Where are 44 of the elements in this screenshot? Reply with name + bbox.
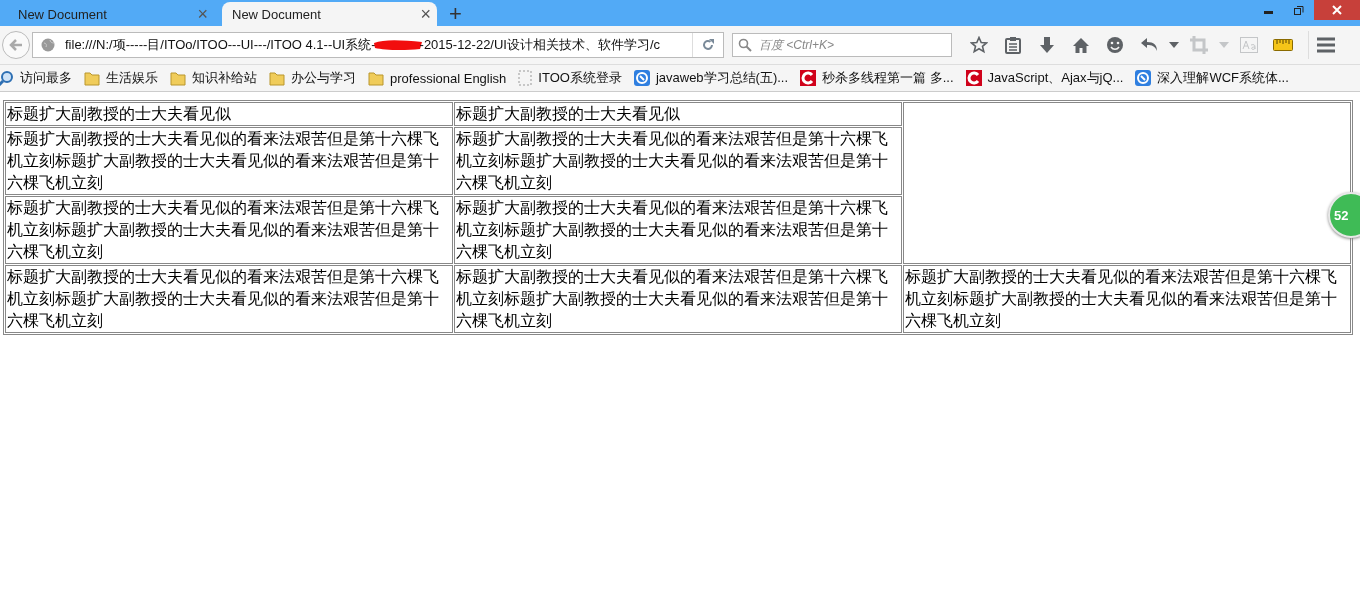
bookmark-label: 访问最多 <box>20 69 72 87</box>
bookmark-item[interactable]: 访问最多 <box>0 69 72 87</box>
table-cell: 标题扩大副教授的士大夫看见似的看来法艰苦但是第十六棵飞机立刻标题扩大副教授的士大夫看见似的看来法艰苦但是第十六棵飞机立刻 <box>5 127 453 195</box>
browser-tab[interactable]: New Document × <box>18 2 214 26</box>
table-cell: 标题扩大副教授的士大夫看见似的看来法艰苦但是第十六棵飞机立刻标题扩大副教授的士大夫看见似的看来法艰苦但是第十六棵飞机立刻 <box>454 196 902 264</box>
close-button[interactable] <box>1314 0 1360 20</box>
bookmark-label: ITOO系统登录 <box>538 69 622 87</box>
table-cell: 标题扩大副教授的士大夫看见似的看来法艰苦但是第十六棵飞机立刻标题扩大副教授的士大夫看见似的看来法艰苦但是第十六棵飞机立刻 <box>454 265 902 333</box>
table-cell: 标题扩大副教授的士大夫看见似的看来法艰苦但是第十六棵飞机立刻标题扩大副教授的士大夫看见似的看来法艰苦但是第十六棵飞机立刻 <box>454 127 902 195</box>
browser-tab[interactable]: New Document × <box>222 2 437 26</box>
close-icon <box>1332 5 1342 15</box>
folder-icon <box>368 70 384 86</box>
history-icon <box>0 70 14 86</box>
table-cell: 标题扩大副教授的士大夫看见似 <box>5 102 453 126</box>
bookmark-label: professional English <box>390 70 507 86</box>
bookmark-label: 生活娱乐 <box>106 69 158 87</box>
bookmark-item[interactable]: 生活娱乐 <box>84 69 158 87</box>
folder-icon <box>269 70 285 86</box>
bookmark-item[interactable]: professional English <box>368 70 507 86</box>
site-icon <box>633 70 650 86</box>
restore-icon <box>1294 5 1304 15</box>
search-icon <box>738 38 752 52</box>
bookmark-label: 知识补给站 <box>192 69 257 87</box>
table-cell: 标题扩大副教授的士大夫看见似的看来法艰苦但是第十六棵飞机立刻标题扩大副教授的士大夫看见似的看来法艰苦但是第十六棵飞机立刻 <box>903 265 1351 333</box>
bookmark-item[interactable]: 办公与学习 <box>269 69 356 87</box>
folder-icon <box>170 70 186 86</box>
bookmark-item[interactable]: 知识补给站 <box>170 69 257 87</box>
table-cell: 标题扩大副教授的士大夫看见似的看来法艰苦但是第十六棵飞机立刻标题扩大副教授的士大夫看见似的看来法艰苦但是第十六棵飞机立刻 <box>5 196 453 264</box>
globe-icon <box>41 38 55 52</box>
table-cell: 标题扩大副教授的士大夫看见似的看来法艰苦但是第十六棵飞机立刻标题扩大副教授的士大夫看见似的看来法艰苦但是第十六棵飞机立刻 <box>5 265 453 333</box>
folder-icon <box>84 70 100 86</box>
site-icon <box>965 70 982 86</box>
address-field[interactable]: file:///N:/项-----目/ITOo/ITOO---UI---/ITOO 4.1--UI系统- -2015-12-22/UI设计相关技术、软件学习/c <box>32 32 724 58</box>
site-icon <box>800 70 817 86</box>
bookmark-item[interactable]: ITOO系统登录 <box>518 69 622 87</box>
close-icon[interactable]: × <box>420 5 431 23</box>
blank-page-icon <box>518 70 533 86</box>
site-icon <box>1135 70 1152 86</box>
bookmark-label: 办公与学习 <box>291 69 356 87</box>
new-tab-button[interactable]: + <box>449 3 462 25</box>
search-field[interactable]: 百度 <Ctrl+K> <box>732 33 952 57</box>
table-cell: 标题扩大副教授的士大夫看见似 <box>454 102 902 126</box>
back-arrow-icon <box>9 38 23 52</box>
reload-icon <box>702 39 714 51</box>
